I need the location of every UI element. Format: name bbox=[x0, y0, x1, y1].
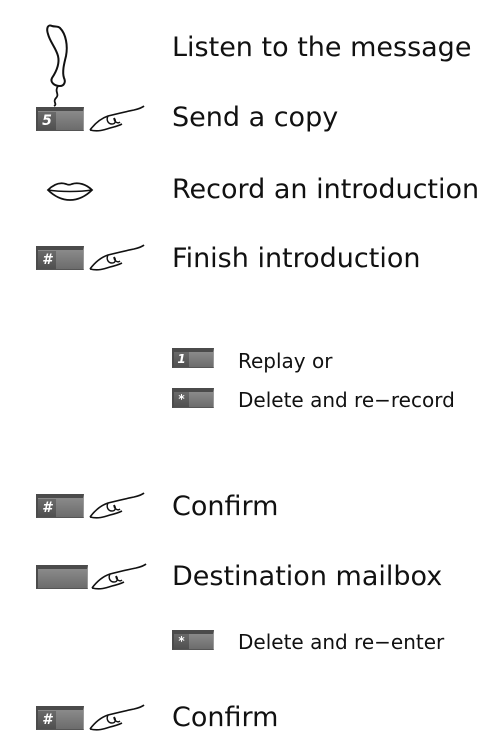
finger-press-icon bbox=[89, 105, 145, 132]
handset-icon bbox=[46, 24, 68, 107]
finger-press-icon bbox=[89, 492, 145, 519]
option-replay-label: Replay or bbox=[238, 349, 333, 373]
key-star-label: * bbox=[174, 634, 189, 649]
finger-press-icon bbox=[89, 704, 145, 731]
step-finish-intro-label: Finish introduction bbox=[172, 243, 421, 274]
step-confirm-final-label: Confirm bbox=[172, 702, 279, 733]
finger-press-icon bbox=[91, 563, 147, 590]
key-blank bbox=[36, 565, 88, 589]
key-hash-label: # bbox=[38, 499, 56, 517]
key-star: * bbox=[172, 630, 214, 650]
key-hash: # bbox=[36, 706, 84, 730]
key-1: 1 bbox=[172, 348, 214, 368]
key-star-label: * bbox=[174, 392, 189, 407]
key-hash-label: # bbox=[38, 251, 56, 269]
step-confirm-label: Confirm bbox=[172, 491, 279, 522]
lips-speak-icon bbox=[46, 182, 94, 201]
key-star: * bbox=[172, 388, 214, 408]
step-send-copy-label: Send a copy bbox=[172, 102, 339, 133]
key-5: 5 bbox=[36, 107, 84, 131]
key-5-label: 5 bbox=[38, 112, 56, 130]
key-hash-label: # bbox=[38, 711, 56, 729]
step-listen-label: Listen to the message bbox=[172, 32, 472, 63]
key-hash: # bbox=[36, 494, 84, 518]
option-delete-reenter-label: Delete and re−enter bbox=[238, 630, 445, 654]
step-destination-mailbox-label: Destination mailbox bbox=[172, 561, 443, 592]
key-1-label: 1 bbox=[174, 352, 189, 367]
finger-press-icon bbox=[89, 244, 145, 271]
option-delete-rerecord-label: Delete and re−record bbox=[238, 388, 455, 412]
step-record-intro-label: Record an introduction bbox=[172, 174, 480, 205]
key-hash: # bbox=[36, 246, 84, 270]
